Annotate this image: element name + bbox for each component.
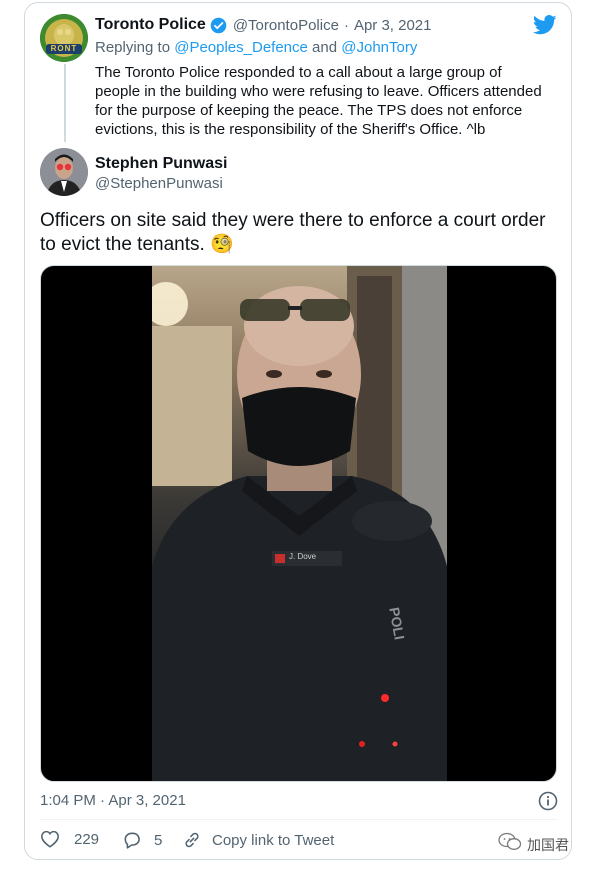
watermark: 加国君	[498, 832, 569, 857]
tweet-timestamp[interactable]: 1:04 PM · Apr 3, 2021	[40, 792, 186, 809]
video-frame: J. Dove POLI	[152, 266, 447, 781]
monocle-face-emoji-icon: 🧐	[210, 234, 234, 255]
tweet-text-line: people in the building who were refusing…	[95, 83, 542, 100]
tweet-text-line: The Toronto Police responded to a call a…	[95, 64, 502, 81]
tweet-text-line: evictions, this is the responsibility of…	[95, 121, 486, 138]
handle[interactable]: @StephenPunwasi	[95, 175, 223, 192]
twitter-bird-icon[interactable]	[532, 15, 557, 35]
display-name[interactable]: Toronto Police	[95, 16, 206, 34]
reply-count: 5	[154, 831, 163, 849]
copy-link-button[interactable]: Copy link to Tweet	[182, 830, 334, 850]
like-button[interactable]: 229	[40, 830, 99, 848]
speech-bubble-icon	[122, 830, 142, 850]
verified-badge-icon	[210, 17, 227, 34]
mention-link[interactable]: @Peoples_Defence	[174, 39, 308, 56]
info-icon[interactable]	[538, 791, 558, 811]
avatar[interactable]: RONT	[40, 14, 88, 62]
avatar[interactable]	[40, 148, 88, 196]
video-player[interactable]: J. Dove POLI	[40, 265, 557, 782]
heart-icon	[40, 830, 60, 848]
reply-tweet-header: Toronto Police @TorontoPolice · Apr 3, 2…	[95, 16, 432, 34]
thread-connector-line	[64, 64, 66, 142]
tweet-text-line: Officers on site said they were there to…	[40, 210, 546, 231]
reply-tweet-text: The Toronto Police responded to a call a…	[95, 63, 542, 139]
like-count: 229	[74, 830, 100, 848]
display-name[interactable]: Stephen Punwasi	[95, 155, 227, 173]
replying-to-label: Replying to	[95, 39, 171, 56]
tweet-text-line: for the purpose of keeping the peace. Th…	[95, 102, 523, 119]
mention-link[interactable]: @JohnTory	[341, 39, 417, 56]
copy-link-label: Copy link to Tweet	[212, 831, 335, 849]
handle[interactable]: @TorontoPolice	[233, 17, 339, 34]
replying-and-label: and	[312, 39, 338, 56]
link-icon	[182, 830, 202, 850]
watermark-text: 加国君	[527, 837, 569, 854]
replying-to-line: Replying to @Peoples_Defence and @JohnTo…	[95, 39, 417, 56]
tweet-text-line: to evict the tenants.	[40, 234, 211, 255]
avatar-badge-text: RONT	[50, 44, 78, 53]
tweet-date[interactable]: Apr 3, 2021	[354, 17, 432, 34]
wechat-icon	[498, 832, 522, 857]
officer-name-tag: J. Dove	[289, 552, 317, 561]
divider	[40, 819, 557, 820]
reply-button[interactable]: 5	[122, 830, 162, 850]
main-tweet-text: Officers on site said they were there to…	[40, 209, 546, 257]
separator: ·	[343, 16, 349, 34]
